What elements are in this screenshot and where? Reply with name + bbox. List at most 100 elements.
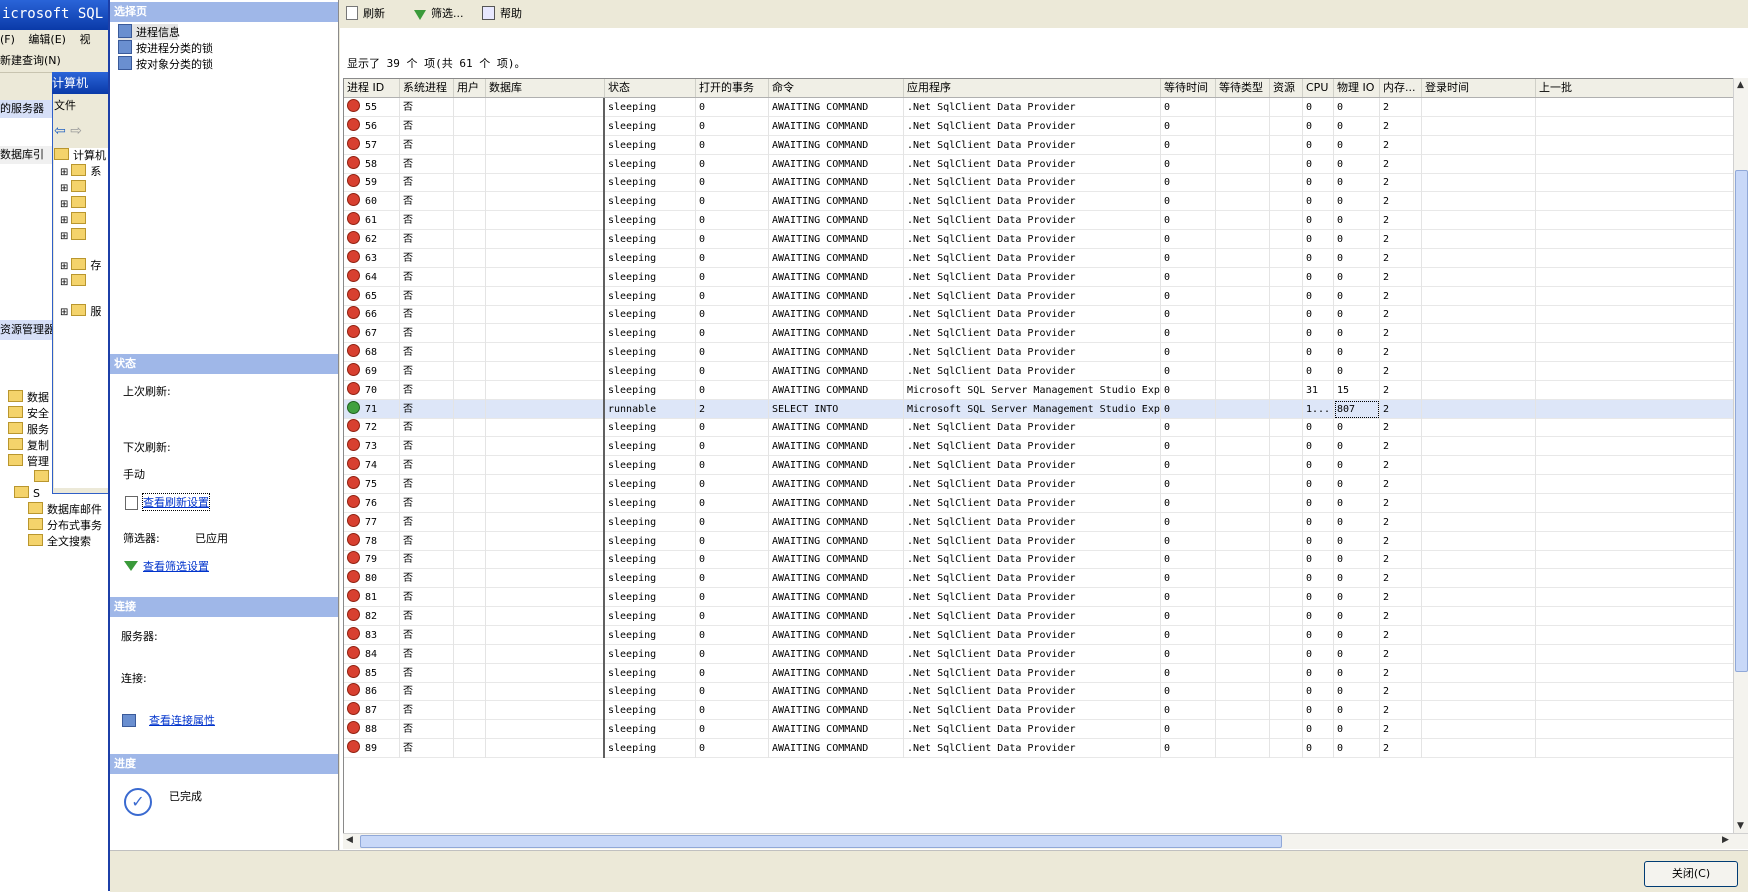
tree-node[interactable]: ⊞ [54, 196, 110, 212]
tree-node[interactable]: ⊞ [54, 228, 110, 244]
table-row[interactable]: 86 否 sleeping 0 AWAITING COMMAND .Net SqlClie… [344, 682, 1734, 702]
column-header[interactable]: 系统进程 [400, 79, 454, 97]
database-engine-item[interactable]: 数据库引 [0, 146, 54, 164]
column-header[interactable]: 用户 [454, 79, 486, 97]
page-locks-by-process[interactable]: 按进程分类的锁 [118, 40, 338, 56]
background-toolbar: 新建查询(N) [0, 50, 110, 73]
column-header[interactable]: 资源 [1270, 79, 1303, 97]
table-row[interactable]: 79 否 sleeping 0 AWAITING COMMAND .Net SqlClie… [344, 550, 1734, 570]
table-row[interactable]: 85 否 sleeping 0 AWAITING COMMAND .Net SqlClie… [344, 663, 1734, 683]
new-query-button[interactable]: 新建查询(N) [0, 54, 61, 67]
page-locks-by-object[interactable]: 按对象分类的锁 [118, 56, 338, 72]
table-row[interactable]: 76 否 sleeping 0 AWAITING COMMAND .Net SqlClie… [344, 493, 1734, 513]
view-filter-settings-link[interactable]: 查看筛选设置 [143, 558, 209, 574]
tree-node[interactable]: ⊞ 存 [54, 258, 110, 274]
table-row[interactable]: 65 否 sleeping 0 AWAITING COMMAND .Net SqlClie… [344, 286, 1734, 306]
table-row[interactable]: 88 否 sleeping 0 AWAITING COMMAND .Net SqlClie… [344, 720, 1734, 740]
help-button[interactable]: 帮助 [482, 6, 522, 22]
process-grid[interactable]: 进程 ID 系统进程 用户 数据库 状态 打开的事务 命令 应用程序 等待时间 等待类型 资源 CPU… [343, 78, 1735, 835]
column-header[interactable]: 打开的事务 [696, 79, 769, 97]
table-row[interactable]: 89 否 sleeping 0 AWAITING COMMAND .Net SqlClie… [344, 738, 1734, 758]
table-row[interactable]: 72 否 sleeping 0 AWAITING COMMAND .Net SqlClie… [344, 418, 1734, 438]
expand-icon[interactable]: ⊞ [60, 167, 68, 178]
expand-icon[interactable]: ⊞ [60, 183, 68, 194]
refresh-button[interactable]: 刷新 [346, 6, 385, 22]
table-row[interactable]: 78 否 sleeping 0 AWAITING COMMAND .Net SqlClie… [344, 531, 1734, 551]
tree-root[interactable]: 计算机 [54, 148, 110, 164]
menu-edit[interactable]: 编辑(E) [28, 33, 66, 46]
table-row[interactable]: 62 否 sleeping 0 AWAITING COMMAND .Net SqlClie… [344, 229, 1734, 249]
table-row[interactable]: 84 否 sleeping 0 AWAITING COMMAND .Net SqlClie… [344, 644, 1734, 664]
column-header[interactable]: 状态 [605, 79, 696, 97]
table-row[interactable]: 83 否 sleeping 0 AWAITING COMMAND .Net SqlClie… [344, 625, 1734, 645]
tree-node[interactable]: ⊞ [54, 180, 110, 196]
close-button[interactable]: 关闭(C) [1644, 861, 1738, 887]
filter-button[interactable]: 筛选... [414, 6, 464, 22]
cell-wtype [1216, 192, 1270, 212]
expand-icon[interactable]: ⊞ [60, 261, 68, 272]
table-row[interactable]: 70 否 sleeping 0 AWAITING COMMAND Microsoft SQ… [344, 380, 1734, 400]
tree-node[interactable]: ⊞ [54, 212, 110, 228]
horizontal-scroll-thumb[interactable] [360, 835, 1282, 848]
expand-icon[interactable]: ⊞ [60, 231, 68, 242]
expand-icon[interactable]: ⊞ [60, 215, 68, 226]
column-header[interactable]: 内存... [1380, 79, 1422, 97]
table-row[interactable]: 66 否 sleeping 0 AWAITING COMMAND .Net SqlClie… [344, 305, 1734, 325]
table-row[interactable]: 68 否 sleeping 0 AWAITING COMMAND .Net SqlClie… [344, 343, 1734, 363]
table-row[interactable]: 69 否 sleeping 0 AWAITING COMMAND .Net SqlClie… [344, 361, 1734, 381]
table-row[interactable]: 59 否 sleeping 0 AWAITING COMMAND .Net SqlClie… [344, 173, 1734, 193]
table-row[interactable]: 74 否 sleeping 0 AWAITING COMMAND .Net SqlClie… [344, 456, 1734, 476]
table-row[interactable]: 58 否 sleeping 0 AWAITING COMMAND .Net SqlClie… [344, 154, 1734, 174]
column-header[interactable]: 等待时间 [1161, 79, 1216, 97]
table-row[interactable]: 77 否 sleeping 0 AWAITING COMMAND .Net SqlClie… [344, 512, 1734, 532]
table-row[interactable]: 64 否 sleeping 0 AWAITING COMMAND .Net SqlClie… [344, 267, 1734, 287]
back-arrow-icon[interactable]: ⇦ [54, 123, 66, 139]
column-header[interactable]: 进程 ID [344, 79, 400, 97]
table-row[interactable]: 73 否 sleeping 0 AWAITING COMMAND .Net SqlClie… [344, 437, 1734, 457]
column-header[interactable]: 数据库 [486, 79, 605, 97]
menu-view[interactable]: 视 [79, 33, 90, 46]
table-row[interactable]: 63 否 sleeping 0 AWAITING COMMAND .Net SqlClie… [344, 248, 1734, 268]
expand-icon[interactable]: ⊞ [60, 307, 68, 318]
table-row[interactable]: 71 否 runnable 2 SELECT INTO Microsoft SQL Ser… [344, 399, 1734, 419]
tree-node[interactable]: ⊞ 系 [54, 164, 110, 180]
column-header[interactable]: 上一批 [1536, 79, 1734, 97]
column-header[interactable]: 命令 [769, 79, 904, 97]
table-row[interactable]: 75 否 sleeping 0 AWAITING COMMAND .Net SqlClie… [344, 475, 1734, 494]
expand-icon[interactable]: ⊞ [60, 277, 68, 288]
menu-file[interactable]: (F) [0, 33, 15, 46]
scroll-down-arrow-icon[interactable]: ▼ [1737, 821, 1744, 831]
view-refresh-settings-link[interactable]: 查看刷新设置 [142, 493, 210, 511]
cell-app: .Net SqlClient Data Provider [904, 456, 1161, 476]
table-row[interactable]: 87 否 sleeping 0 AWAITING COMMAND .Net SqlClie… [344, 701, 1734, 721]
scroll-left-arrow-icon[interactable]: ◀ [346, 835, 353, 845]
cell-login [1422, 286, 1536, 306]
column-header[interactable]: 物理 IO [1334, 79, 1380, 97]
scroll-right-arrow-icon[interactable]: ▶ [1722, 835, 1729, 845]
table-row[interactable]: 82 否 sleeping 0 AWAITING COMMAND .Net SqlClie… [344, 606, 1734, 626]
table-row[interactable]: 81 否 sleeping 0 AWAITING COMMAND .Net SqlClie… [344, 588, 1734, 608]
table-row[interactable]: 60 否 sleeping 0 AWAITING COMMAND .Net SqlClie… [344, 192, 1734, 212]
cell-status: sleeping [605, 418, 696, 438]
table-row[interactable]: 67 否 sleeping 0 AWAITING COMMAND .Net SqlClie… [344, 324, 1734, 344]
cell-wait: 0 [1161, 663, 1216, 683]
table-row[interactable]: 80 否 sleeping 0 AWAITING COMMAND .Net SqlClie… [344, 569, 1734, 589]
column-header[interactable]: 登录时间 [1422, 79, 1536, 97]
table-row[interactable]: 61 否 sleeping 0 AWAITING COMMAND .Net SqlClie… [344, 211, 1734, 231]
vertical-scroll-thumb[interactable] [1735, 170, 1748, 672]
tree-node[interactable]: ⊞ [54, 274, 110, 290]
expand-icon[interactable]: ⊞ [60, 199, 68, 210]
table-row[interactable]: 57 否 sleeping 0 AWAITING COMMAND .Net SqlClie… [344, 135, 1734, 155]
forward-arrow-icon[interactable]: ⇨ [70, 123, 82, 139]
column-header[interactable]: 应用程序 [904, 79, 1161, 97]
column-header[interactable]: CPU [1303, 79, 1334, 97]
tree-node[interactable]: ⊞ 服 [54, 304, 110, 320]
scroll-up-arrow-icon[interactable]: ▲ [1737, 80, 1744, 90]
table-row[interactable]: 55 否 sleeping 0 AWAITING COMMAND .Net SqlClie… [344, 98, 1734, 117]
cell-io: 0 [1334, 173, 1380, 193]
menu-file[interactable]: 文件 [54, 99, 76, 112]
column-header[interactable]: 等待类型 [1216, 79, 1270, 97]
view-connection-properties-link[interactable]: 查看连接属性 [149, 712, 215, 728]
table-row[interactable]: 56 否 sleeping 0 AWAITING COMMAND .Net SqlClie… [344, 116, 1734, 136]
page-process-info[interactable]: 进程信息 [118, 24, 180, 40]
